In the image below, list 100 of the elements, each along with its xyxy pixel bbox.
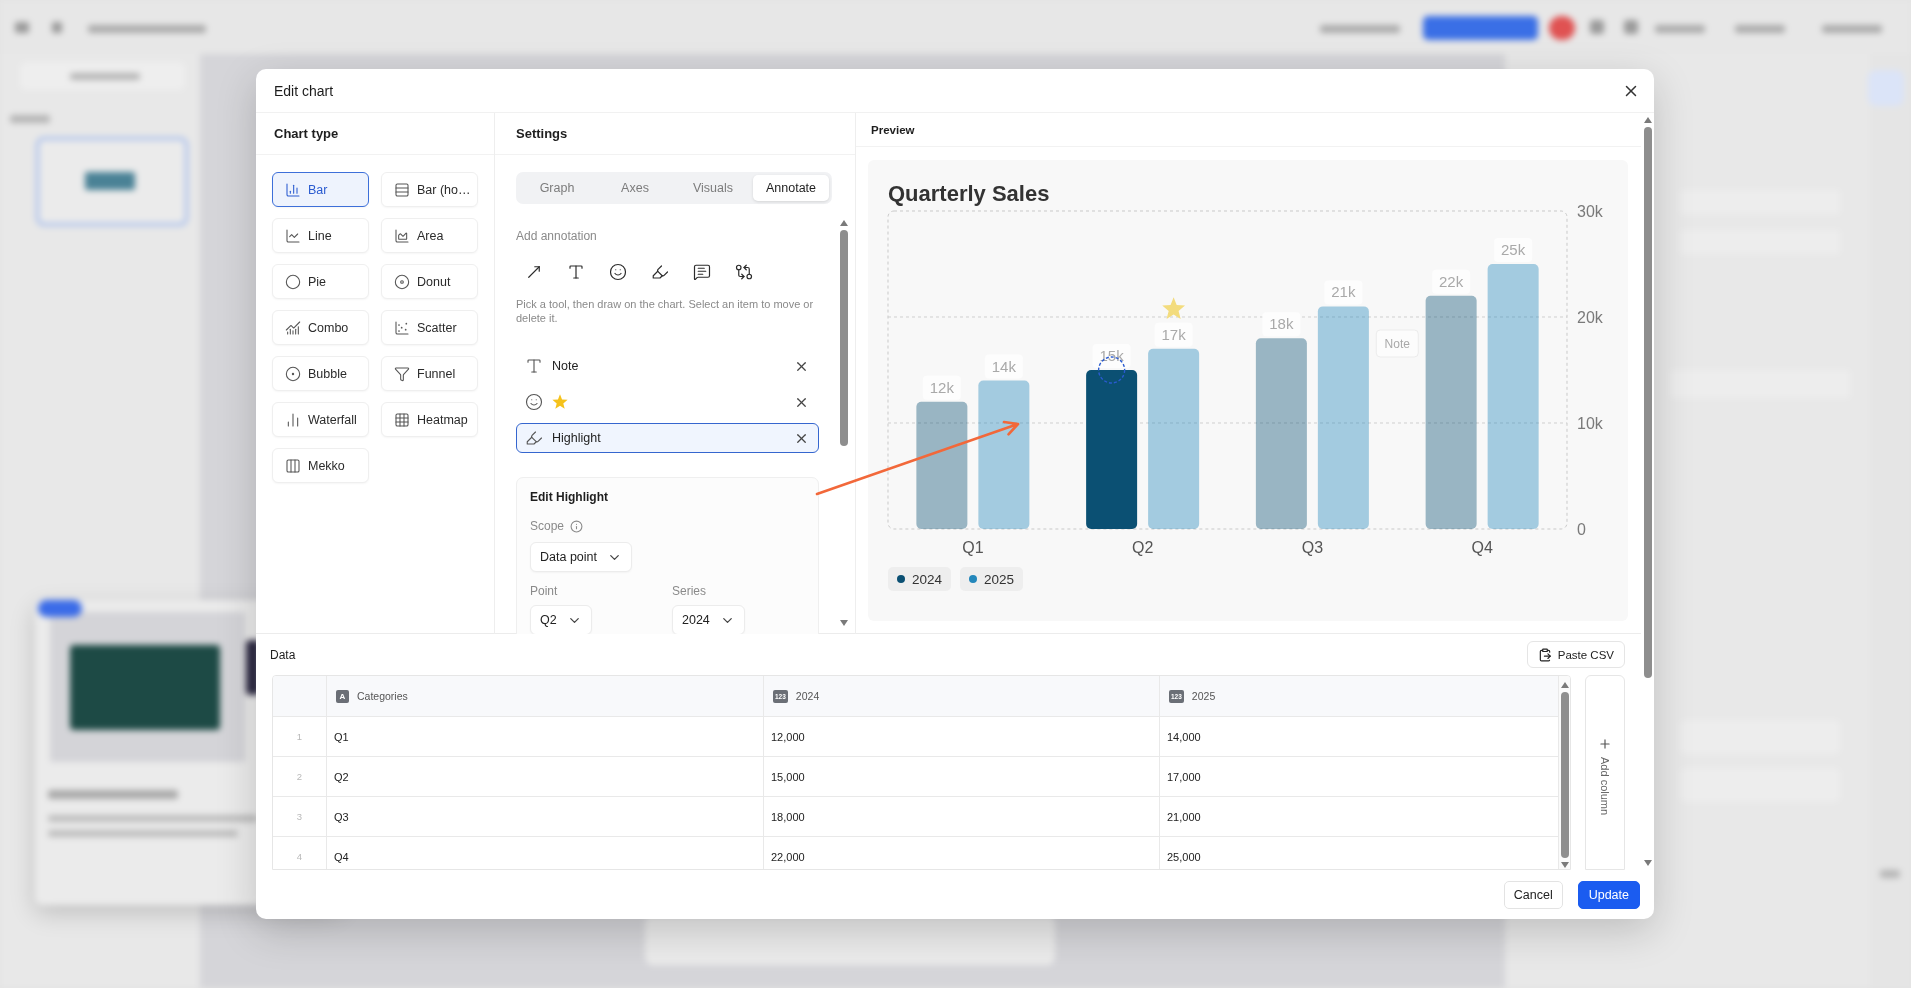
value-label: 12k	[922, 375, 961, 400]
dialog-title: Edit chart	[274, 82, 334, 99]
value-label: 25k	[1494, 238, 1533, 262]
column-header-label: 2024	[795, 690, 820, 702]
star-icon	[552, 394, 568, 410]
scatter-chart-icon	[394, 319, 410, 336]
line-chart-icon	[285, 227, 301, 244]
funnel-icon	[394, 365, 410, 382]
columns-icon	[285, 457, 301, 474]
chart-type-option[interactable]: Waterfall	[272, 402, 369, 437]
add-column-button[interactable]: Add column	[1585, 675, 1625, 870]
smiley-icon	[525, 393, 543, 411]
scrollbar-thumb[interactable]	[1643, 127, 1652, 678]
section-heading: Data	[270, 647, 296, 662]
section-label: Add annotation	[516, 228, 598, 244]
settings-tab[interactable]: Graph	[519, 175, 595, 201]
field-label: Scope	[530, 518, 565, 534]
chart-title: Quarterly Sales	[888, 181, 1050, 207]
table-cell[interactable]: 22,000	[764, 837, 1160, 869]
circle-icon	[285, 273, 301, 290]
clipboard-icon	[1537, 647, 1552, 662]
settings-tab[interactable]: Annotate	[753, 175, 829, 201]
scrollbar-thumb[interactable]	[840, 230, 848, 446]
chart-type-option[interactable]: Bar (ho…	[381, 172, 478, 207]
circle-dot-icon	[285, 365, 301, 382]
arrow-icon	[525, 263, 543, 281]
scrollbar-thumb[interactable]	[1560, 692, 1569, 858]
row-number: 2	[273, 757, 327, 796]
axis-tick-label: 30k	[1577, 203, 1603, 220]
field-label: Point	[530, 583, 558, 599]
axis-tick-label: 0	[1577, 521, 1586, 538]
cancel-button[interactable]: Cancel	[1503, 880, 1563, 909]
column-header-label: Categories	[357, 690, 408, 702]
scroll-down-icon[interactable]	[1643, 860, 1652, 866]
scope-dropdown[interactable]: Data point	[530, 542, 632, 572]
row-number: 3	[273, 797, 327, 836]
text-icon	[567, 263, 585, 281]
value-label: 21k	[1324, 280, 1363, 305]
axis-category-label: Q1	[962, 539, 984, 556]
table-cell[interactable]: Q2	[327, 757, 764, 796]
editor-title: Edit Highlight	[530, 490, 609, 504]
point-dropdown[interactable]: Q2	[530, 605, 592, 634]
settings-tab[interactable]: Visuals	[675, 175, 751, 201]
value-label: 17k	[1154, 322, 1193, 347]
chart-type-option[interactable]: Pie	[272, 264, 369, 299]
axis-category-label: Q2	[1131, 539, 1154, 556]
value-label: 14k	[984, 354, 1023, 379]
value-label: 22k	[1432, 269, 1471, 294]
combo-chart-icon	[285, 319, 301, 336]
row-number: 4	[273, 837, 327, 869]
chart-type-option[interactable]: Line	[272, 218, 369, 253]
panel-heading: Preview	[871, 123, 915, 136]
disc-icon	[394, 273, 410, 290]
area-chart-icon	[394, 227, 410, 244]
comment-icon	[693, 263, 711, 281]
table-cell[interactable]: 12,000	[764, 717, 1160, 756]
scroll-up-icon[interactable]	[1643, 117, 1652, 123]
chart-type-option[interactable]: Area	[381, 218, 478, 253]
table-cell[interactable]: Q4	[327, 837, 764, 869]
smiley-icon	[609, 263, 627, 281]
scroll-down-icon[interactable]	[840, 620, 848, 626]
bars-icon	[285, 411, 301, 428]
table-cell[interactable]: 15,000	[764, 757, 1160, 796]
chart-type-option[interactable]: Donut	[381, 264, 478, 299]
table-cell[interactable]: Q3	[327, 797, 764, 836]
info-icon[interactable]	[570, 519, 584, 533]
chart-type-option[interactable]: Bubble	[272, 356, 369, 391]
chart-type-option[interactable]: Combo	[272, 310, 369, 345]
update-button[interactable]: Update	[1577, 880, 1640, 909]
settings-tab[interactable]: Axes	[597, 175, 673, 201]
highlighter-icon	[651, 263, 669, 281]
table-cell[interactable]: Q1	[327, 717, 764, 756]
column-header[interactable]: A Categories	[327, 676, 764, 716]
bar-chart-icon	[285, 181, 301, 198]
grid-icon	[394, 411, 410, 428]
scroll-down-icon[interactable]	[1560, 862, 1569, 868]
column-header-label: 2025	[1191, 690, 1216, 702]
text-icon	[525, 357, 543, 375]
chart-type-option[interactable]: Scatter	[381, 310, 478, 345]
panel-heading: Chart type	[274, 126, 339, 141]
chart-type-option[interactable]: Mekko	[272, 448, 369, 483]
scroll-up-icon[interactable]	[1560, 682, 1569, 688]
paste-csv-button[interactable]: Paste CSV	[1526, 641, 1625, 668]
value-label: 15k	[1092, 344, 1131, 368]
table-cell[interactable]: 18,000	[764, 797, 1160, 836]
type-indicator: A	[336, 689, 349, 703]
annotation-item[interactable]: Note	[516, 351, 819, 381]
chart-type-option[interactable]: Heatmap	[381, 402, 478, 437]
panel-heading: Settings	[516, 126, 568, 141]
series-dropdown[interactable]: 2024	[672, 605, 745, 634]
chart-type-option[interactable]: Bar	[272, 172, 369, 207]
compare-arrows-icon	[735, 263, 753, 281]
annotation-label: Note	[552, 359, 579, 373]
scroll-up-icon[interactable]	[840, 220, 848, 226]
hint-text: Pick a tool, then draw on the chart. Select an item to move or delete it.	[516, 297, 815, 325]
annotation-item[interactable]: Highlight	[516, 423, 819, 453]
chart-type-option[interactable]: Funnel	[381, 356, 478, 391]
legend-item[interactable]: 2025	[960, 567, 1024, 591]
legend-item[interactable]: 2024	[888, 567, 952, 591]
annotation-label: Highlight	[552, 431, 601, 445]
